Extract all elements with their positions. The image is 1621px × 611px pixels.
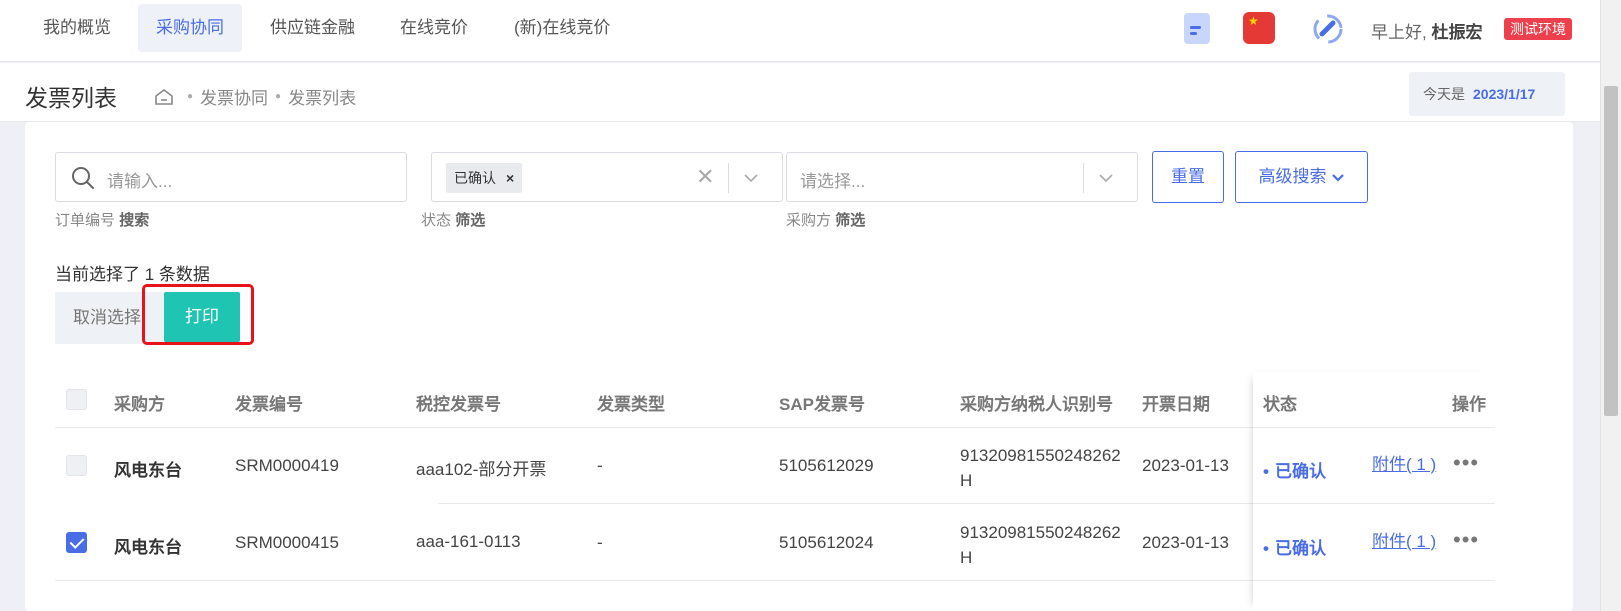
order-search-hint: 订单编号 搜索: [55, 209, 149, 230]
hint-action: 筛选: [835, 212, 866, 229]
attachment-link[interactable]: 附件( 1 ): [1372, 527, 1436, 552]
table-header: 采购方 发票编号 税控发票号 发票类型 SAP发票号 采购方纳税人识别号 开票日…: [55, 372, 1495, 428]
today-label: 今天是: [1423, 86, 1465, 102]
selection-info: 当前选择了 1 条数据: [55, 265, 210, 284]
vertical-scrollbar[interactable]: [1600, 0, 1621, 611]
select-divider: [1083, 163, 1084, 193]
cell-invoice-no: SRM0000415: [235, 533, 339, 552]
nav-item-new-online-bidding[interactable]: (新)在线竞价: [496, 4, 628, 52]
column-header[interactable]: SAP发票号: [779, 390, 865, 415]
buyer-hint: 采购方 筛选: [786, 209, 865, 230]
cell-tax-invoice-no: aaa102-部分开票: [416, 460, 547, 479]
row-divider: [438, 503, 1495, 504]
clear-icon[interactable]: ✕: [696, 165, 714, 189]
column-header[interactable]: 采购方纳税人识别号: [960, 390, 1113, 415]
home-icon[interactable]: [154, 88, 174, 106]
nav-item-procurement[interactable]: 采购协同: [138, 4, 242, 52]
hint-prefix: 订单编号: [55, 212, 116, 229]
greeting: 早上好, 杜振宏: [1371, 18, 1482, 43]
today-date: 2023/1/17: [1473, 86, 1536, 102]
column-header: 操作: [1452, 395, 1486, 414]
hint-prefix: 状态: [421, 212, 452, 229]
advanced-search-label: 高级搜索: [1258, 167, 1327, 186]
status-hint: 状态 筛选: [421, 209, 485, 230]
user-name[interactable]: 杜振宏: [1431, 23, 1482, 42]
top-navbar: 我的概览 采购协同 供应链金融 在线竞价 (新)在线竞价 ★ 早上好, 杜振宏 …: [0, 0, 1600, 62]
status-label: 已确认: [1263, 457, 1326, 482]
order-search-placeholder: 请输入...: [107, 172, 173, 191]
buyer-select[interactable]: 请选择...: [786, 152, 1138, 202]
china-flag-icon[interactable]: ★: [1243, 12, 1275, 44]
column-header[interactable]: 发票类型: [597, 390, 665, 415]
column-header[interactable]: 开票日期: [1142, 390, 1210, 415]
hint-action: 搜索: [119, 212, 150, 229]
hint-action: 筛选: [455, 212, 486, 229]
tag-remove-icon[interactable]: ×: [506, 170, 514, 186]
order-search-input[interactable]: 请输入...: [55, 152, 407, 202]
cell-buyer: 风电东台: [114, 538, 182, 557]
select-all-checkbox[interactable]: [66, 389, 87, 410]
row-checkbox[interactable]: [66, 532, 87, 553]
breadcrumb-item-invoice-list: 发票列表: [288, 89, 357, 108]
column-header[interactable]: 采购方: [114, 390, 165, 415]
highlight-annotation: [142, 284, 254, 345]
nav-item-supply-finance[interactable]: 供应链金融: [252, 4, 373, 52]
cell-taxpayer-id: 91320981550248262H: [960, 523, 1121, 567]
env-badge: 测试环境: [1504, 18, 1572, 40]
search-icon: [72, 167, 94, 189]
more-actions-icon[interactable]: •••: [1453, 450, 1479, 476]
column-header[interactable]: 状态: [1263, 390, 1297, 415]
page-header: 发票列表 ● 发票协同 ● 发票列表 今天是 2023/1/17: [0, 63, 1600, 122]
status-tag-label: 已确认: [454, 170, 496, 186]
cell-invoice-no: SRM0000419: [235, 456, 339, 475]
chevron-down-icon[interactable]: [743, 170, 759, 186]
hint-prefix: 采购方: [786, 212, 832, 229]
cell-taxpayer-id: 91320981550248262H: [960, 446, 1121, 490]
status-tag: 已确认 ×: [446, 163, 523, 193]
cell-invoice-type: -: [597, 456, 603, 475]
chevron-down-icon[interactable]: [1098, 170, 1114, 186]
breadcrumb-separator: ●: [187, 91, 194, 102]
advanced-search-button[interactable]: 高级搜索: [1235, 151, 1368, 203]
row-divider: [55, 580, 1495, 581]
cell-tax-invoice-no: aaa-161-0113: [416, 532, 521, 551]
status-select[interactable]: 已确认 × ✕: [431, 152, 783, 202]
phone-icon[interactable]: [1311, 12, 1345, 46]
greeting-prefix: 早上好,: [1371, 23, 1427, 42]
reset-button[interactable]: 重置: [1152, 151, 1224, 203]
table-row[interactable]: 风电东台 SRM0000415 aaa-161-0113 - 510561202…: [55, 505, 1495, 581]
buyer-select-placeholder: 请选择...: [800, 172, 866, 191]
nav-item-overview[interactable]: 我的概览: [25, 4, 129, 52]
select-divider: [728, 163, 729, 193]
cell-date: 2023-01-13: [1142, 533, 1229, 552]
content-card: 请输入... 订单编号 搜索 已确认 × ✕ 状态 筛选 请选择... 采购方 筛…: [25, 122, 1573, 611]
scrollbar-thumb[interactable]: [1604, 86, 1618, 416]
attachment-link[interactable]: 附件( 1 ): [1372, 450, 1436, 475]
page-title: 发票列表: [25, 85, 117, 111]
breadcrumb-separator: ●: [275, 91, 282, 102]
cell-date: 2023-01-13: [1142, 456, 1229, 475]
column-header[interactable]: 发票编号: [235, 390, 303, 415]
cell-sap-no: 5105612029: [779, 456, 874, 475]
more-actions-icon[interactable]: •••: [1453, 527, 1479, 553]
row-checkbox[interactable]: [66, 455, 87, 476]
breadcrumb: ● 发票协同 ● 发票列表: [154, 84, 356, 109]
breadcrumb-item-invoice-collab[interactable]: 发票协同: [200, 84, 268, 109]
cell-buyer: 风电东台: [114, 461, 182, 480]
document-icon[interactable]: [1184, 13, 1210, 44]
today-box: 今天是 2023/1/17: [1409, 72, 1565, 116]
nav-item-online-bidding[interactable]: 在线竞价: [382, 4, 486, 52]
table-row[interactable]: 风电东台 SRM0000419 aaa102-部分开票 - 5105612029…: [55, 428, 1495, 504]
cell-invoice-type: -: [597, 533, 603, 552]
cell-sap-no: 5105612024: [779, 533, 874, 552]
status-label: 已确认: [1263, 534, 1326, 559]
chevron-down-icon: [1331, 173, 1344, 182]
column-header[interactable]: 税控发票号: [416, 390, 501, 415]
